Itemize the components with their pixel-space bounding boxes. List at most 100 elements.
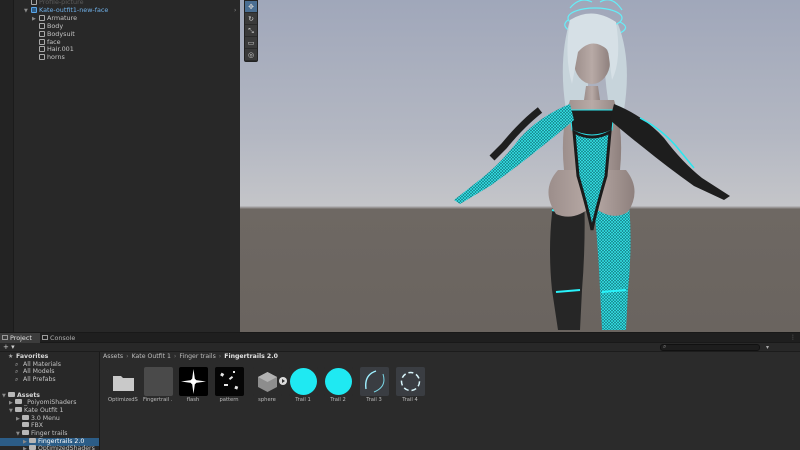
asset-label: flash (186, 397, 200, 403)
tree-item-label: FBX (31, 422, 44, 430)
gameobject-icon (39, 54, 45, 61)
hierarchy-item[interactable]: Body (32, 22, 63, 30)
asset-label: pattern (219, 397, 239, 403)
breadcrumb-separator: › (126, 353, 129, 360)
folder-icon (2, 335, 8, 340)
tree-item[interactable]: ⌕ All Prefabs (0, 376, 99, 384)
breadcrumb-current[interactable]: Fingertrails 2.0 (224, 353, 278, 360)
folder-icon (29, 445, 36, 450)
hierarchy-item-label: Body (47, 21, 64, 30)
hierarchy-item[interactable]: face (32, 38, 61, 46)
material-thumbnail (359, 367, 389, 396)
tree-item-label: Finger trails (31, 430, 68, 437)
gameobject-icon (31, 0, 37, 5)
hierarchy-item[interactable]: ▶ Armature (32, 14, 77, 22)
folder-icon (22, 422, 29, 428)
gameobject-icon (39, 30, 45, 37)
hierarchy-item-label: horns (47, 53, 65, 62)
tab-project-label: Project (10, 334, 32, 342)
tree-item-label: _PoiyomiShaders (24, 399, 77, 407)
folder-icon (109, 367, 138, 396)
tree-item-label: Fingertrails 2.0 (38, 437, 85, 445)
tree-item-label: Kate Outfit 1 (24, 406, 64, 414)
search-input[interactable]: ⌕ (660, 343, 760, 351)
hierarchy-panel: Profile-picture ▼ Kate-outfit1-new-face ▶ Ar… (0, 0, 240, 332)
window-tab-bar: Project Console ⋮ (0, 333, 800, 343)
asset-browser: Assets › Kate Outfit 1 › Finger trails ›… (100, 352, 800, 450)
folder-icon (15, 399, 22, 405)
asset-item[interactable]: Trail 4 (395, 367, 425, 403)
breadcrumb-item[interactable]: Finger trails (179, 353, 215, 360)
asset-item[interactable]: Trail 3 (359, 367, 389, 403)
material-thumbnail (288, 367, 318, 396)
search-icon: ⌕ (15, 376, 19, 384)
play-icon[interactable] (279, 377, 287, 385)
hierarchy-item-label: Armature (47, 13, 78, 22)
material-thumbnail (143, 367, 173, 396)
asset-item[interactable]: pattern (214, 367, 244, 403)
gameobject-icon (39, 22, 45, 29)
console-icon (42, 335, 48, 340)
asset-label: Trail 2 (330, 397, 346, 403)
hierarchy-item[interactable]: Hair.001 (32, 45, 74, 53)
asset-label: Trail 3 (366, 397, 382, 403)
tree-item[interactable]: ▶ OptimizedShaders (0, 445, 99, 450)
search-icon: ⌕ (663, 343, 667, 350)
material-thumbnail (323, 367, 353, 396)
tab-project[interactable]: Project (0, 333, 40, 343)
project-window: Project Console ⋮ + ▾ ⌕ ▾ ★ Favorites ⌕ All… (0, 332, 800, 450)
asset-label: sphere (258, 397, 276, 403)
context-arrow-icon[interactable]: › (234, 7, 236, 14)
folder-icon (15, 406, 22, 412)
folder-icon (22, 430, 29, 435)
hierarchy-item[interactable]: ▼ Kate-outfit1-new-face (24, 6, 108, 14)
tree-item-label: OptimizedShaders (38, 445, 95, 450)
folder-icon (8, 391, 15, 397)
folder-icon (22, 414, 29, 420)
breadcrumb-separator: › (218, 353, 222, 360)
project-folder-tree: ★ Favorites ⌕ All Materials ⌕ All Models ⌕ All … (0, 352, 100, 450)
gameobject-icon (31, 6, 37, 13)
kebab-menu-icon[interactable]: ⋮ (790, 334, 796, 341)
hierarchy-item-label: face (47, 37, 61, 46)
hierarchy-item-label: Kate-outfit1-new-face (39, 5, 109, 14)
hierarchy-item[interactable]: Bodysuit (32, 30, 75, 38)
filter-icon[interactable]: ▾ (766, 343, 769, 352)
asset-label: Fingertrail ... (143, 397, 173, 403)
tree-item-label: All Models (23, 368, 55, 376)
asset-label: OptimizedS... (108, 397, 138, 403)
tree-item-label: All Materials (23, 360, 61, 368)
hierarchy-item[interactable]: horns (32, 53, 65, 61)
expand-arrow-icon[interactable]: ▼ (24, 7, 31, 15)
tree-item-label: Assets (17, 391, 40, 399)
tree-item-label: All Prefabs (23, 376, 56, 384)
breadcrumb-separator: › (173, 353, 177, 360)
hierarchy-item-label: Hair.001 (47, 45, 74, 54)
add-asset-button[interactable]: + ▾ (3, 343, 15, 352)
tree-item-label: Favorites (16, 353, 49, 360)
asset-label: Trail 4 (402, 397, 418, 403)
breadcrumb-item[interactable]: Kate Outfit 1 (132, 353, 171, 360)
asset-item[interactable]: OptimizedS... (108, 367, 138, 403)
avatar-model[interactable] (240, 0, 800, 332)
gameobject-icon (39, 46, 45, 53)
asset-item[interactable]: Trail 2 (323, 367, 353, 403)
asset-item[interactable]: flash (178, 367, 208, 403)
project-toolbar: + ▾ ⌕ ▾ (0, 343, 800, 352)
asset-item[interactable]: Trail 1 (288, 367, 318, 403)
scene-view[interactable]: ✥ ↻ ⤡ ▭ ◎ (240, 0, 800, 332)
mesh-thumbnail (252, 367, 282, 396)
hierarchy-gutter (0, 0, 14, 332)
tree-item-label: 3.0 Menu (31, 414, 60, 422)
material-thumbnail (395, 367, 425, 396)
texture-thumbnail (214, 367, 244, 396)
hierarchy-item-label: Bodysuit (47, 29, 75, 38)
folder-icon (29, 437, 36, 443)
asset-item[interactable]: Fingertrail ... (143, 367, 173, 403)
texture-thumbnail (178, 367, 208, 396)
asset-item[interactable]: sphere (252, 367, 282, 403)
gameobject-icon (39, 14, 45, 21)
breadcrumb-item[interactable]: Assets (103, 353, 123, 360)
asset-label: Trail 1 (295, 397, 311, 403)
tab-console[interactable]: Console (40, 333, 82, 343)
